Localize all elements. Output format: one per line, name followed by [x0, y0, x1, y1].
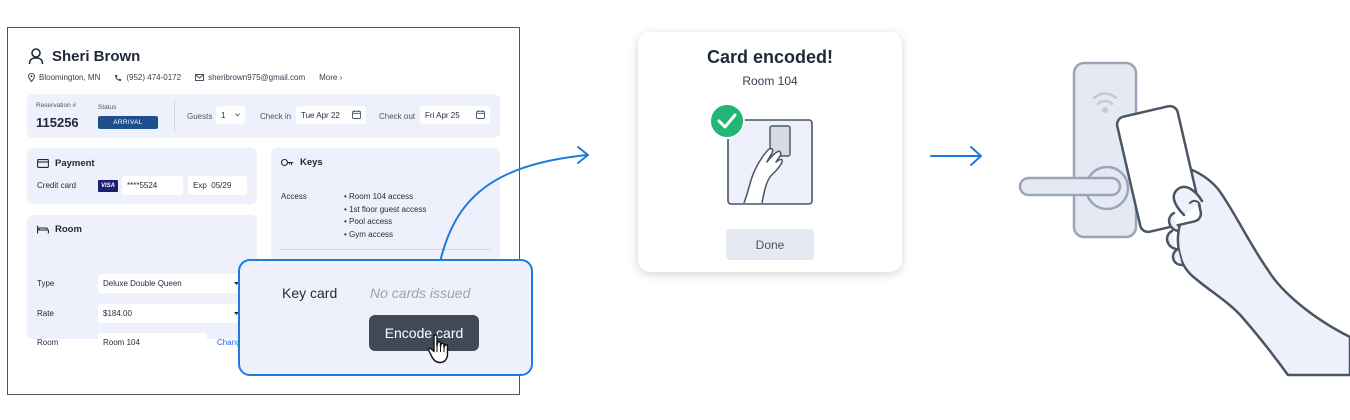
encode-card-button[interactable]: Encode card	[369, 315, 479, 351]
dialog-title: Card encoded!	[706, 47, 834, 67]
success-check-icon	[709, 103, 745, 139]
hand-with-card	[1115, 104, 1350, 377]
done-label: Done	[755, 237, 785, 252]
hand-cursor-icon	[427, 334, 449, 364]
card-tap-illustration	[709, 103, 813, 205]
done-button[interactable]: Done	[726, 229, 814, 260]
card-encoded-dialog: Card encoded! Room 104 Done	[638, 32, 902, 272]
door-handle	[1018, 176, 1122, 197]
key-card-status: No cards issued	[370, 285, 471, 301]
connector-curve	[439, 154, 588, 263]
arrow-right-icon	[930, 146, 982, 166]
key-card-popup: Key card No cards issued Encode card	[238, 259, 533, 376]
door-lock-illustration	[1018, 61, 1350, 377]
key-card-label: Key card	[282, 285, 338, 301]
dialog-subtitle: Room 104	[742, 74, 798, 88]
